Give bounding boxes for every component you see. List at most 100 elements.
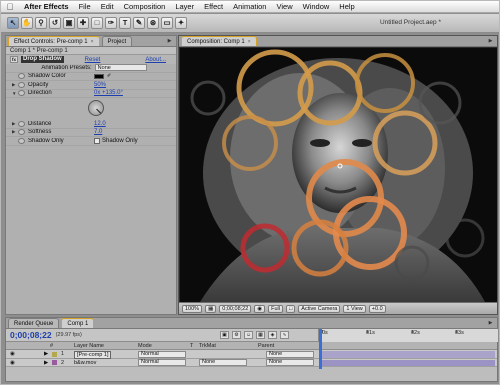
composition-panel: Composition: Comp 1 × ▶ 100% ▦ 0;00;08;2…	[178, 35, 498, 315]
distance-value[interactable]: 12.0	[94, 121, 106, 127]
softness-label: Softness	[28, 129, 52, 136]
draft-3d-icon[interactable]: ⚙	[232, 331, 241, 339]
pen-tool-icon[interactable]: ✑	[105, 17, 117, 29]
eyedropper-icon[interactable]: ✐	[107, 73, 111, 79]
composition-viewer[interactable]	[180, 48, 497, 302]
menu-edit[interactable]: Edit	[96, 2, 119, 11]
camera-select[interactable]: Active Camera	[298, 304, 341, 313]
pan-behind-tool-icon[interactable]: ✚	[77, 17, 89, 29]
left-eye-icon	[310, 139, 330, 147]
shadow-color-swatch[interactable]	[94, 73, 104, 79]
layer-parent-select[interactable]: None	[266, 359, 314, 366]
camera-tool-icon[interactable]: ▣	[63, 17, 75, 29]
mask-tool-icon[interactable]: □	[91, 17, 103, 29]
menu-animation[interactable]: Animation	[228, 2, 271, 11]
stopwatch-icon[interactable]	[18, 81, 25, 88]
stopwatch-icon[interactable]	[18, 120, 25, 127]
about-link[interactable]: About...	[145, 57, 166, 63]
shy-layers-icon[interactable]: ☺	[244, 331, 253, 339]
exposure-value[interactable]: +0.0	[368, 304, 386, 313]
region-of-interest-icon[interactable]: □	[285, 304, 296, 313]
timeline-layer-row[interactable]: ◉ ▶ 1 [Pre-comp 1] Normal None	[6, 350, 497, 359]
eraser-tool-icon[interactable]: ▭	[161, 17, 173, 29]
resolution-select[interactable]: Full	[268, 304, 283, 313]
right-eye-icon	[352, 139, 372, 147]
grid-icon[interactable]: ▦	[205, 304, 217, 313]
layer-duration-bar[interactable]	[319, 351, 495, 358]
layer-name[interactable]: [Pre-comp 1]	[74, 350, 112, 359]
layer-mode-select[interactable]: Normal	[138, 359, 186, 366]
layer-label-color[interactable]	[52, 351, 57, 357]
menu-layer[interactable]: Layer	[170, 2, 199, 11]
zoom-tool-icon[interactable]: ⚲	[35, 17, 47, 29]
snapshot-icon[interactable]: ◉	[254, 304, 266, 313]
stopwatch-icon[interactable]	[18, 90, 25, 97]
layer-trkmat-select[interactable]: None	[199, 359, 247, 366]
composition-tabs: Composition: Comp 1 × ▶	[179, 36, 497, 47]
shadow-only-checkbox[interactable]	[94, 137, 100, 144]
tab-comp-1[interactable]: Comp 1	[61, 318, 95, 328]
menu-app-name[interactable]: After Effects	[19, 2, 74, 11]
apple-menu-icon[interactable]: 	[1, 2, 19, 12]
layer-mode-select[interactable]: Normal	[138, 350, 186, 358]
collapse-triangle-icon[interactable]: ▶	[44, 359, 48, 367]
rotate-tool-icon[interactable]: ↺	[49, 17, 61, 29]
stopwatch-icon[interactable]	[18, 129, 25, 136]
menu-file[interactable]: File	[74, 2, 96, 11]
tools-toolbar: ↖ ✋ ⚲ ↺ ▣ ✚ □ ✑ T ✎ ⊛ ▭ ✦ Untitled Proje…	[1, 14, 499, 33]
animation-presets-label: Animation Presets:	[41, 64, 92, 71]
motion-blur-icon[interactable]: ◈	[268, 331, 277, 339]
close-icon[interactable]: ×	[91, 39, 94, 45]
comp-mini-flowchart-icon[interactable]: ▣	[220, 331, 229, 339]
hand-tool-icon[interactable]: ✋	[21, 17, 33, 29]
zoom-select[interactable]: 100%	[182, 304, 203, 313]
current-time-display[interactable]: 0;00;08;22	[219, 304, 252, 313]
timeline-layer-row[interactable]: ◉ ▶ 2 b&w.mov Normal None None	[6, 358, 497, 367]
stopwatch-icon[interactable]	[18, 137, 25, 144]
eye-icon[interactable]: ◉	[10, 359, 15, 367]
timeline-current-time[interactable]: 0;00;08;22	[10, 330, 52, 340]
animation-presets-select[interactable]: None	[94, 64, 147, 72]
graph-editor-icon[interactable]: ∿	[280, 331, 289, 339]
menu-view[interactable]: View	[271, 2, 297, 11]
eye-icon[interactable]: ◉	[10, 350, 15, 358]
current-time-indicator[interactable]	[319, 329, 322, 369]
collapse-triangle-icon[interactable]: ▶	[44, 350, 48, 358]
type-tool-icon[interactable]: T	[119, 17, 131, 29]
softness-row: ▶ Softness 7.0	[6, 129, 176, 137]
layer-parent-select[interactable]: None	[266, 350, 314, 358]
menu-window[interactable]: Window	[298, 2, 335, 11]
menu-composition[interactable]: Composition	[119, 2, 171, 11]
reset-link[interactable]: Reset	[85, 57, 101, 63]
panel-menu-icon[interactable]: ▶	[166, 38, 173, 45]
fx-toggle-icon[interactable]: fx	[10, 56, 18, 63]
brush-tool-icon[interactable]: ✎	[133, 17, 145, 29]
shadow-only-row: Shadow Only Shadow Only	[6, 137, 176, 146]
selection-tool-icon[interactable]: ↖	[7, 17, 19, 29]
opacity-value[interactable]: 50%	[94, 82, 106, 88]
direction-dial[interactable]	[88, 100, 104, 116]
menu-effect[interactable]: Effect	[199, 2, 228, 11]
menu-help[interactable]: Help	[334, 2, 359, 11]
tab-render-queue[interactable]: Render Queue	[8, 318, 60, 328]
direction-value[interactable]: 0x +135.0°	[94, 90, 123, 96]
layer-name[interactable]: b&w.mov	[74, 359, 96, 367]
window-title: Untitled Project.aep *	[379, 19, 441, 26]
time-ruler[interactable]: 0s 01s 02s 03s	[318, 329, 498, 342]
frame-blending-icon[interactable]: ▦	[256, 331, 265, 339]
view-layout-select[interactable]: 1 View	[343, 304, 366, 313]
tab-project[interactable]: Project	[101, 36, 133, 46]
softness-value[interactable]: 7.0	[94, 129, 102, 135]
tab-composition[interactable]: Composition: Comp 1 ×	[181, 36, 257, 46]
column-layer-name[interactable]: Layer Name	[74, 342, 104, 350]
tab-effect-controls[interactable]: Effect Controls: Pre-comp 1 ×	[8, 36, 100, 46]
layer-label-color[interactable]	[52, 360, 57, 365]
panel-menu-icon[interactable]: ▶	[487, 38, 494, 45]
effect-name[interactable]: Drop Shadow	[21, 56, 64, 63]
close-icon[interactable]: ×	[248, 39, 251, 45]
clone-tool-icon[interactable]: ⊛	[147, 17, 159, 29]
puppet-tool-icon[interactable]: ✦	[175, 17, 187, 29]
panel-menu-icon[interactable]: ▶	[487, 320, 494, 327]
layer-duration-bar[interactable]	[319, 359, 495, 366]
stopwatch-icon[interactable]	[18, 73, 25, 80]
